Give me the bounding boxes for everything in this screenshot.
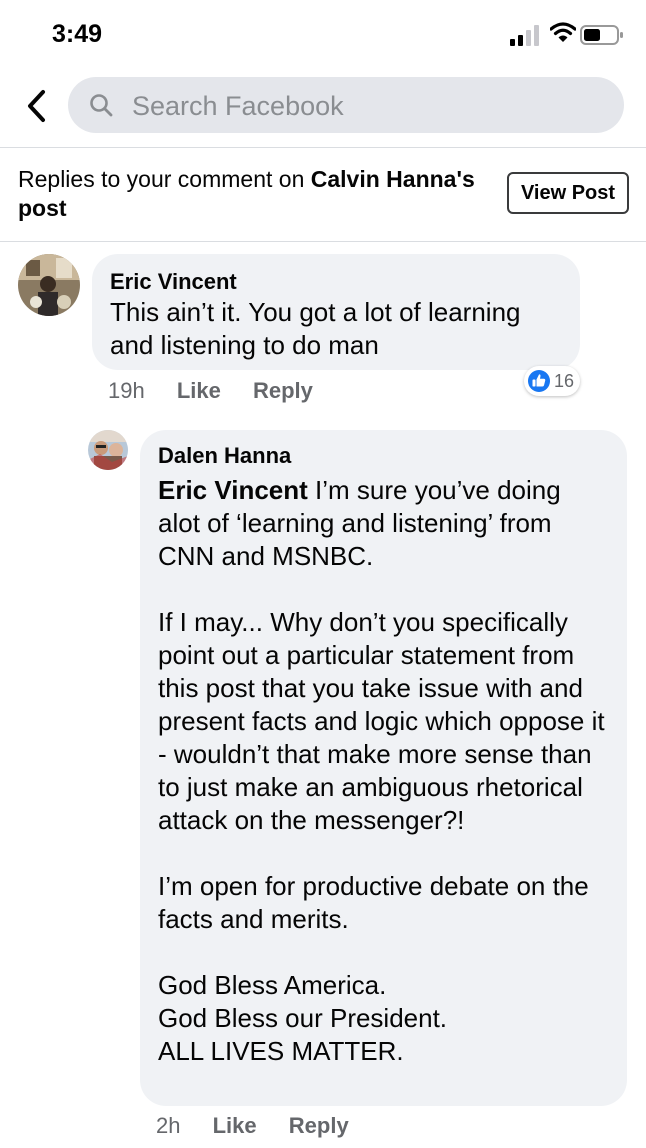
comment-meta: 19h Like Reply xyxy=(108,378,339,404)
search-icon xyxy=(90,94,113,117)
status-bar: 3:49 xyxy=(0,0,646,70)
reply-button[interactable]: Reply xyxy=(289,1113,349,1138)
comment-bubble[interactable]: Eric Vincent This ain’t it. You got a lo… xyxy=(92,254,580,370)
view-post-button[interactable]: View Post xyxy=(507,172,629,214)
reply-bubble[interactable]: Dalen Hanna Eric Vincent I’m sure you’ve… xyxy=(140,430,627,1106)
reaction-pill[interactable]: 16 xyxy=(524,366,581,396)
comment-time: 19h xyxy=(108,378,145,403)
comment-author[interactable]: Eric Vincent xyxy=(110,268,562,296)
like-button[interactable]: Like xyxy=(213,1113,257,1138)
signal-icon xyxy=(510,25,539,46)
replies-header: Replies to your comment on Calvin Hanna'… xyxy=(18,165,478,223)
reply-body: I’m sure you’ve doing alot of ‘learning … xyxy=(158,475,605,1066)
reply-text: Eric Vincent I’m sure you’ve doing alot … xyxy=(158,474,609,1068)
reply-button[interactable]: Reply xyxy=(253,378,313,403)
comment-text: This ain’t it. You got a lot of learning… xyxy=(110,297,521,360)
like-reaction-icon xyxy=(528,370,550,392)
back-icon[interactable] xyxy=(22,88,52,124)
reply-meta: 2h Like Reply xyxy=(156,1113,375,1139)
avatar-dalen-hanna[interactable] xyxy=(88,430,128,470)
divider xyxy=(0,241,646,242)
reaction-count: 16 xyxy=(554,370,575,391)
avatar-eric-vincent[interactable] xyxy=(18,254,80,316)
status-time: 3:49 xyxy=(52,20,103,48)
reply-time: 2h xyxy=(156,1113,181,1138)
search-bar[interactable] xyxy=(68,77,624,133)
wifi-icon xyxy=(550,22,576,42)
search-input[interactable] xyxy=(130,87,604,125)
like-button[interactable]: Like xyxy=(177,378,221,403)
reply-mention[interactable]: Eric Vincent xyxy=(158,475,308,505)
post-owner-name[interactable]: Calvin Hanna xyxy=(311,166,457,192)
divider xyxy=(0,147,646,148)
header-prefix: Replies to your comment on xyxy=(18,166,311,192)
battery-icon xyxy=(580,25,623,45)
reply-author[interactable]: Dalen Hanna xyxy=(158,442,609,470)
